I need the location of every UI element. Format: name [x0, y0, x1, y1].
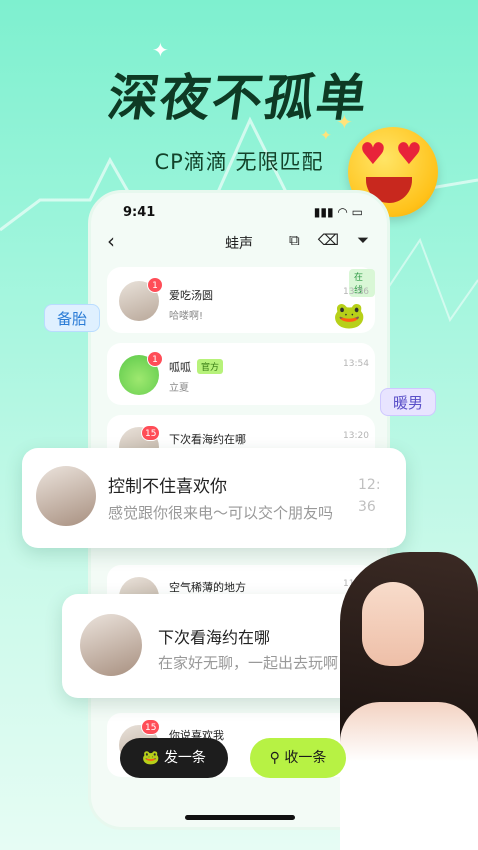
status-time: 9:41: [123, 205, 156, 220]
popup-message: 在家好无聊，一起出去玩啊: [158, 654, 339, 672]
system-indicators: ▮▮▮ ◠ ▭: [313, 205, 363, 219]
sparkle-icon: ✦: [336, 110, 353, 134]
collect-button[interactable]: ⚲ 收一条: [250, 738, 346, 778]
post-button[interactable]: 🐸 发一条: [120, 738, 228, 778]
popup-name: 控制不住喜欢你: [108, 477, 227, 497]
chat-name: 呱呱: [169, 361, 191, 374]
scan-icon[interactable]: ⧉: [289, 231, 300, 249]
tag-pill-warm-guy: 暖男: [380, 388, 437, 416]
model-photo: [340, 552, 478, 850]
filter-icon[interactable]: ⏷: [357, 231, 369, 249]
popup-name: 下次看海约在哪: [158, 628, 271, 647]
frog-icon: 🐸: [142, 750, 164, 766]
unread-badge: 1: [147, 277, 163, 293]
home-indicator: [185, 815, 295, 820]
tag-pill-backup: 备胎: [44, 304, 101, 332]
chat-row[interactable]: 1 爱吃汤圆 哈喽啊! 在线 13:56 🐸: [107, 267, 375, 333]
chat-row[interactable]: 1 呱呱 官方 立夏 13:54: [107, 343, 375, 405]
sparkle-icon: ✦: [320, 128, 332, 144]
avatar: [36, 466, 96, 526]
nav-bar: ‹ 蛙声 ⧉ ⌫ ⏷: [91, 225, 387, 261]
chat-name: 下次看海约在哪: [169, 433, 246, 446]
unread-badge: 15: [141, 719, 161, 735]
fishing-hook-icon: ⚲: [269, 750, 285, 766]
heart-icon: ♥: [395, 137, 423, 172]
chat-message: 立夏: [169, 383, 189, 394]
heart-icon: ♥: [359, 137, 387, 172]
chat-time: 13:20: [343, 431, 369, 441]
chat-time: 13:54: [343, 359, 369, 369]
chat-message: 哈喽啊!: [169, 311, 204, 322]
unread-badge: 15: [141, 425, 161, 441]
popup-chat-card[interactable]: 控制不住喜欢你 感觉跟你很来电～可以交个朋友吗 12:36: [22, 448, 406, 548]
official-tag: 官方: [197, 359, 224, 374]
frog-watermark-icon: 🐸: [333, 301, 366, 331]
popup-message: 感觉跟你很来电～可以交个朋友吗: [108, 504, 334, 522]
sparkle-icon: ✦: [152, 38, 169, 62]
chat-name: 爱吃汤圆: [169, 289, 213, 302]
eraser-icon[interactable]: ⌫: [318, 231, 339, 249]
chat-name: 空气稀薄的地方: [169, 581, 246, 594]
unread-badge: 1: [147, 351, 163, 367]
popup-time: 12:36: [358, 477, 381, 515]
status-bar: 9:41 ▮▮▮ ◠ ▭: [91, 203, 387, 223]
promo-headline: 深夜不孤单: [104, 69, 373, 127]
chat-time: 13:56: [343, 287, 369, 297]
avatar: [80, 614, 142, 676]
nav-actions: ⧉ ⌫ ⏷: [289, 231, 369, 249]
